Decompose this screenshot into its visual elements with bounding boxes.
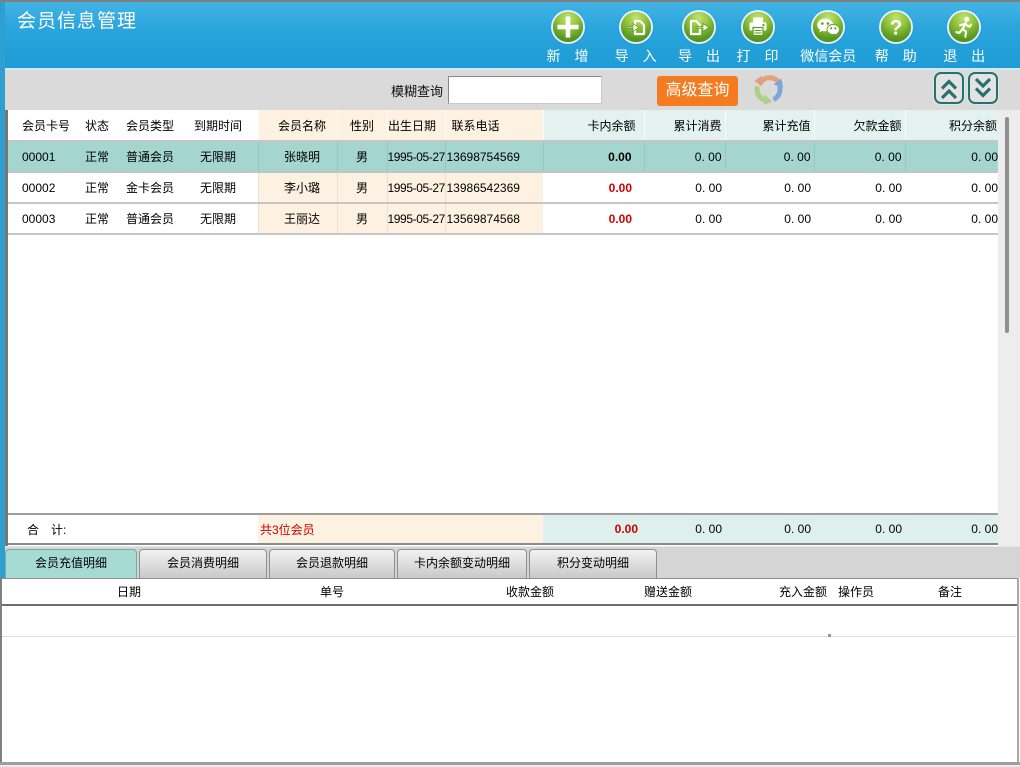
svg-text:?: ?	[889, 17, 902, 40]
